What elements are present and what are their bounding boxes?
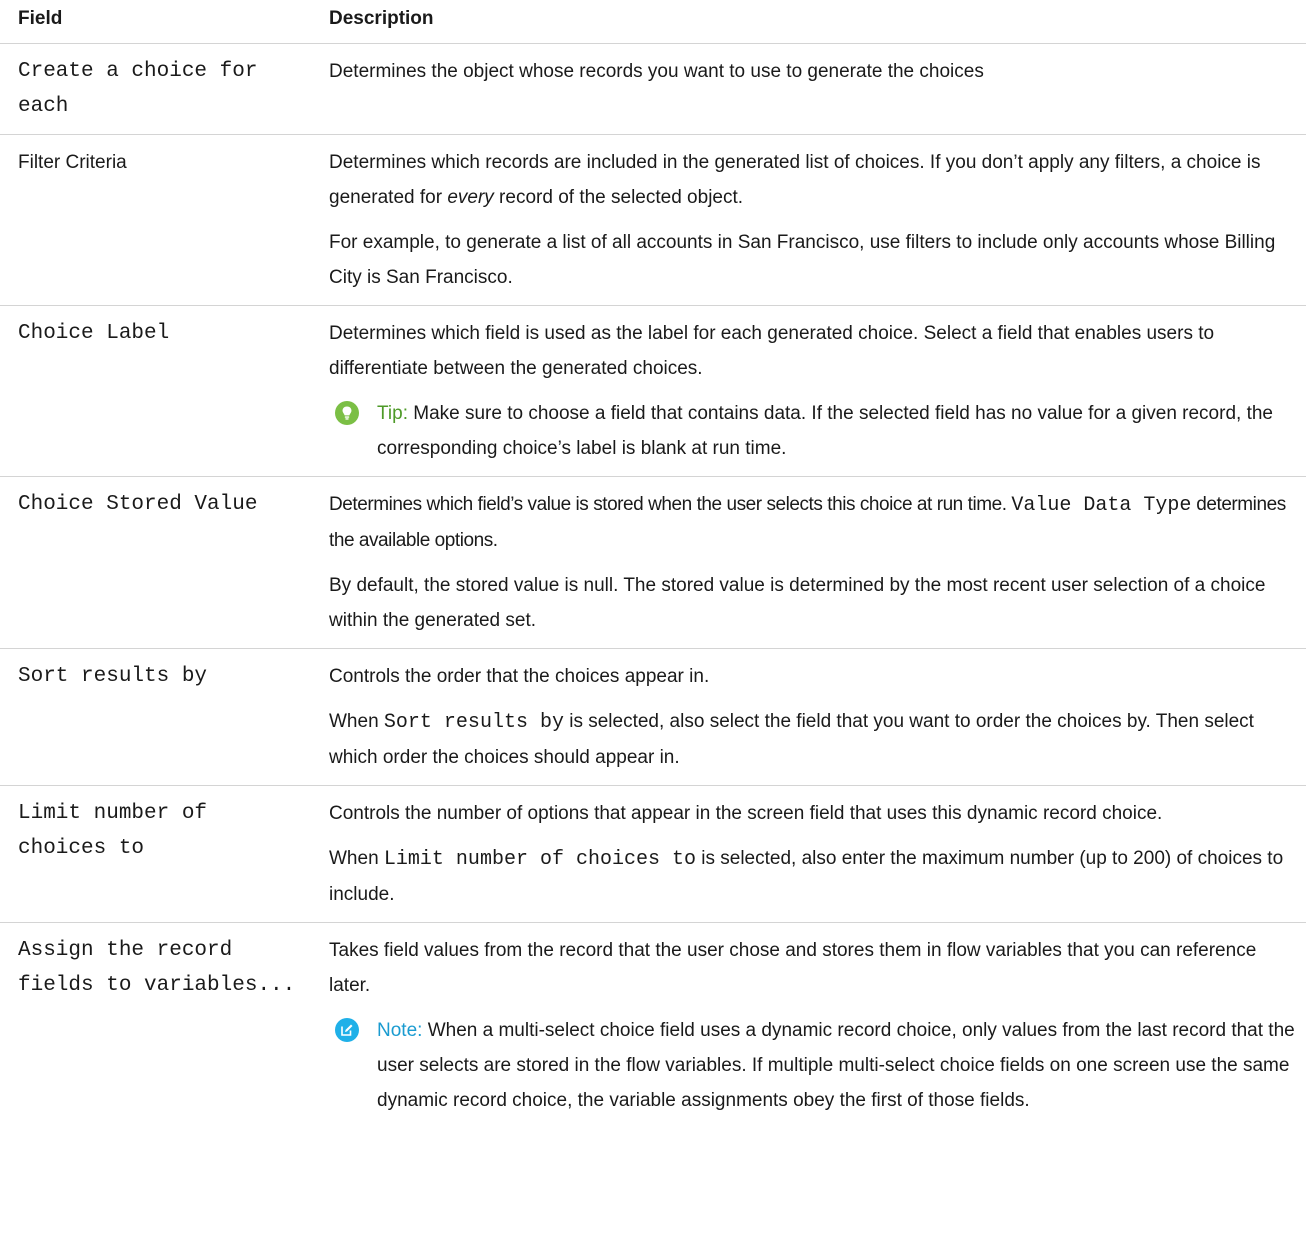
table-row: Filter Criteria Determines which records… xyxy=(0,134,1306,306)
header-description: Description xyxy=(310,0,1306,44)
field-description: Determines which field’s value is stored… xyxy=(310,476,1306,649)
text-span: When a multi-select choice field uses a … xyxy=(377,1020,1295,1111)
description-text: Takes field values from the record that … xyxy=(329,940,1257,996)
field-name: Choice Label xyxy=(0,305,310,477)
description-text: Determines which field’s value is stored… xyxy=(329,487,1300,558)
field-description: Controls the order that the choices appe… xyxy=(310,648,1306,786)
field-name: Limit number of choices to xyxy=(0,785,310,923)
description-text: Determines which records are included in… xyxy=(329,145,1300,215)
description-text: Determines which field is used as the la… xyxy=(329,323,1215,379)
table-row: Assign the record fields to variables...… xyxy=(0,923,1306,1129)
field-description: Controls the number of options that appe… xyxy=(310,785,1306,923)
tip-callout: Tip: Make sure to choose a field that co… xyxy=(329,396,1300,466)
table-header-row: Field Description xyxy=(0,0,1306,44)
description-text: When Limit number of choices to is selec… xyxy=(329,841,1300,912)
note-label: Note: xyxy=(377,1020,423,1041)
field-description: Determines the object whose records you … xyxy=(310,43,1306,135)
code-text: Value Data Type xyxy=(1011,494,1192,517)
description-text: Controls the order that the choices appe… xyxy=(329,666,710,687)
code-text: Limit number of choices to xyxy=(383,848,696,871)
description-text: When Sort results by is selected, also s… xyxy=(329,704,1300,775)
field-description-table: Field Description Create a choice for ea… xyxy=(0,0,1306,1128)
lightbulb-icon xyxy=(335,401,359,425)
note-callout: Note: When a multi-select choice field u… xyxy=(329,1013,1300,1118)
table-row: Limit number of choices to Controls the … xyxy=(0,785,1306,923)
text-span: When xyxy=(329,711,384,732)
code-text: Sort results by xyxy=(383,711,564,734)
description-text: Determines the object whose records you … xyxy=(329,61,984,82)
field-name: Create a choice for each xyxy=(0,43,310,135)
field-name: Filter Criteria xyxy=(0,134,310,306)
field-name: Sort results by xyxy=(0,648,310,786)
header-field: Field xyxy=(0,0,310,44)
text-span: Determines which field’s value is stored… xyxy=(329,494,1012,515)
text-span: record of the selected object. xyxy=(493,187,744,208)
text-span: When xyxy=(329,848,384,869)
tip-text: Tip: Make sure to choose a field that co… xyxy=(377,396,1300,466)
tip-label: Tip: xyxy=(377,403,408,424)
field-description: Determines which field is used as the la… xyxy=(310,305,1306,477)
table-row: Create a choice for each Determines the … xyxy=(0,43,1306,135)
emphasis-text: every xyxy=(447,187,494,208)
description-text: For example, to generate a list of all a… xyxy=(329,232,1276,288)
table-row: Sort results by Controls the order that … xyxy=(0,648,1306,786)
table-row: Choice Stored Value Determines which fie… xyxy=(0,476,1306,649)
note-text: Note: When a multi-select choice field u… xyxy=(377,1013,1300,1118)
field-name: Choice Stored Value xyxy=(0,476,310,649)
field-description: Determines which records are included in… xyxy=(310,134,1306,306)
edit-note-icon xyxy=(335,1018,359,1042)
text-span: Make sure to choose a field that contain… xyxy=(377,403,1273,459)
field-name: Assign the record fields to variables... xyxy=(18,939,296,997)
description-text: By default, the stored value is null. Th… xyxy=(329,575,1266,631)
field-description: Takes field values from the record that … xyxy=(310,923,1306,1129)
table-row: Choice Label Determines which field is u… xyxy=(0,305,1306,477)
description-text: Controls the number of options that appe… xyxy=(329,803,1163,824)
